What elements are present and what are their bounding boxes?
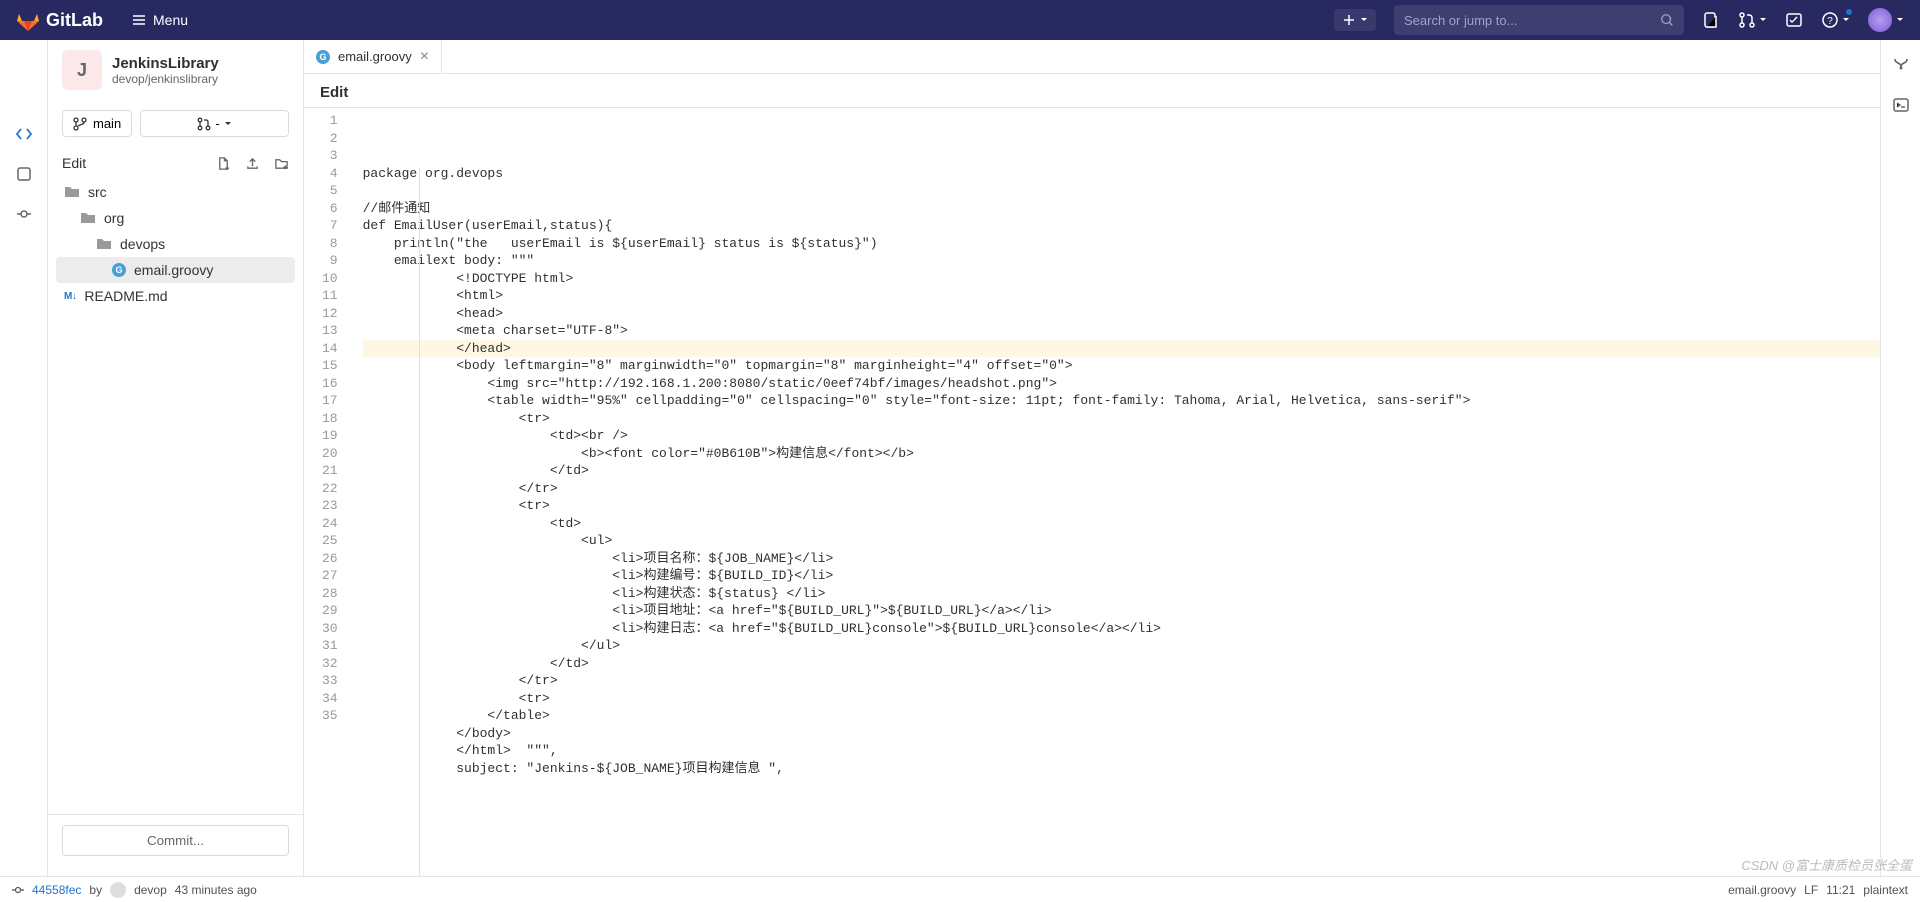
groovy-icon: G (112, 263, 126, 277)
chevron-down-icon (1360, 16, 1368, 24)
project-path: devop/jenkinslibrary (112, 72, 219, 86)
folder-icon (96, 236, 112, 252)
close-icon[interactable]: × (420, 48, 429, 66)
topbar-right: ? (1334, 5, 1904, 35)
author-avatar (110, 882, 126, 898)
help-icon[interactable]: ? (1821, 11, 1850, 29)
review-view-icon[interactable] (15, 165, 33, 183)
tree-folder-org[interactable]: org (56, 205, 295, 231)
activity-bar (0, 40, 48, 902)
new-file-icon[interactable] (216, 156, 231, 171)
chevron-down-icon (1842, 16, 1850, 24)
code-content[interactable]: package org.devops//邮件通知def EmailUser(us… (349, 108, 1880, 902)
plus-icon (1342, 13, 1356, 27)
user-menu[interactable] (1868, 8, 1904, 32)
indent-guide (419, 168, 420, 902)
breadcrumb: Edit (304, 74, 1880, 108)
gitlab-logo[interactable]: GitLab (16, 8, 103, 32)
menu-button[interactable]: Menu (131, 12, 188, 28)
tree-file-email[interactable]: G email.groovy (56, 257, 295, 283)
sb-filename: email.groovy (1728, 883, 1796, 897)
new-folder-icon[interactable] (274, 156, 289, 171)
avatar (1868, 8, 1892, 32)
tree-folder-devops[interactable]: devops (56, 231, 295, 257)
branch-icon (73, 117, 87, 131)
folder-icon (64, 184, 80, 200)
tab-label: email.groovy (338, 49, 412, 64)
create-mr-button[interactable]: - (140, 110, 289, 137)
groovy-icon: G (316, 50, 330, 64)
commit-icon (12, 884, 24, 896)
commit-button[interactable]: Commit... (62, 825, 289, 856)
edit-section-label: Edit (62, 155, 86, 171)
notification-dot (1845, 8, 1853, 16)
tree-folder-src[interactable]: src (56, 179, 295, 205)
sb-by: by (89, 883, 102, 897)
edit-view-icon[interactable] (15, 125, 33, 143)
chevron-down-icon (224, 120, 232, 128)
sb-line-ending[interactable]: LF (1804, 883, 1818, 897)
sb-author: devop (134, 883, 167, 897)
merge-request-icon (197, 117, 211, 131)
tab-email-groovy[interactable]: G email.groovy × (304, 40, 442, 73)
code-editor[interactable]: 1234567891011121314151617181920212223242… (304, 108, 1880, 902)
chevron-down-icon (1896, 16, 1904, 24)
merge-requests-icon[interactable] (1738, 11, 1767, 29)
new-button[interactable] (1334, 9, 1376, 31)
folder-icon (80, 210, 96, 226)
chevron-down-icon (1759, 16, 1767, 24)
editor-area: G email.groovy × Edit 123456789101112131… (304, 40, 1880, 902)
search-input[interactable] (1404, 13, 1660, 28)
statusbar: 44558fec by devop 43 minutes ago email.g… (0, 876, 1920, 902)
line-numbers: 1234567891011121314151617181920212223242… (304, 108, 349, 902)
gitlab-icon (16, 8, 40, 32)
right-sidebar (1880, 40, 1920, 902)
file-tree: src org devops G email.groovy M↓ README.… (48, 177, 303, 814)
pipeline-icon[interactable] (1892, 54, 1910, 72)
issues-icon[interactable] (1702, 11, 1720, 29)
markdown-icon: M↓ (64, 291, 76, 302)
commit-view-icon[interactable] (15, 205, 33, 223)
upload-icon[interactable] (245, 156, 260, 171)
menu-label: Menu (153, 12, 188, 28)
branch-name: main (93, 116, 121, 131)
project-header[interactable]: J JenkinsLibrary devop/jenkinslibrary (48, 40, 303, 100)
search-icon (1660, 13, 1674, 27)
sidebar: J JenkinsLibrary devop/jenkinslibrary ma… (48, 40, 304, 902)
hamburger-icon (131, 12, 147, 28)
branch-selector[interactable]: main (62, 110, 132, 137)
mr-label: - (215, 116, 219, 131)
editor-tabs: G email.groovy × (304, 40, 1880, 74)
topbar: GitLab Menu ? (0, 0, 1920, 40)
project-name: JenkinsLibrary (112, 55, 219, 72)
sb-cursor[interactable]: 11:21 (1826, 883, 1855, 897)
search-box[interactable] (1394, 5, 1684, 35)
commit-sha[interactable]: 44558fec (32, 883, 81, 897)
terminal-icon[interactable] (1892, 96, 1910, 114)
todos-icon[interactable] (1785, 11, 1803, 29)
sb-lang[interactable]: plaintext (1863, 883, 1908, 897)
sb-when: 43 minutes ago (175, 883, 257, 897)
svg-text:?: ? (1827, 16, 1833, 27)
brand-text: GitLab (46, 10, 103, 31)
tree-file-readme[interactable]: M↓ README.md (56, 283, 295, 309)
project-avatar: J (62, 50, 102, 90)
